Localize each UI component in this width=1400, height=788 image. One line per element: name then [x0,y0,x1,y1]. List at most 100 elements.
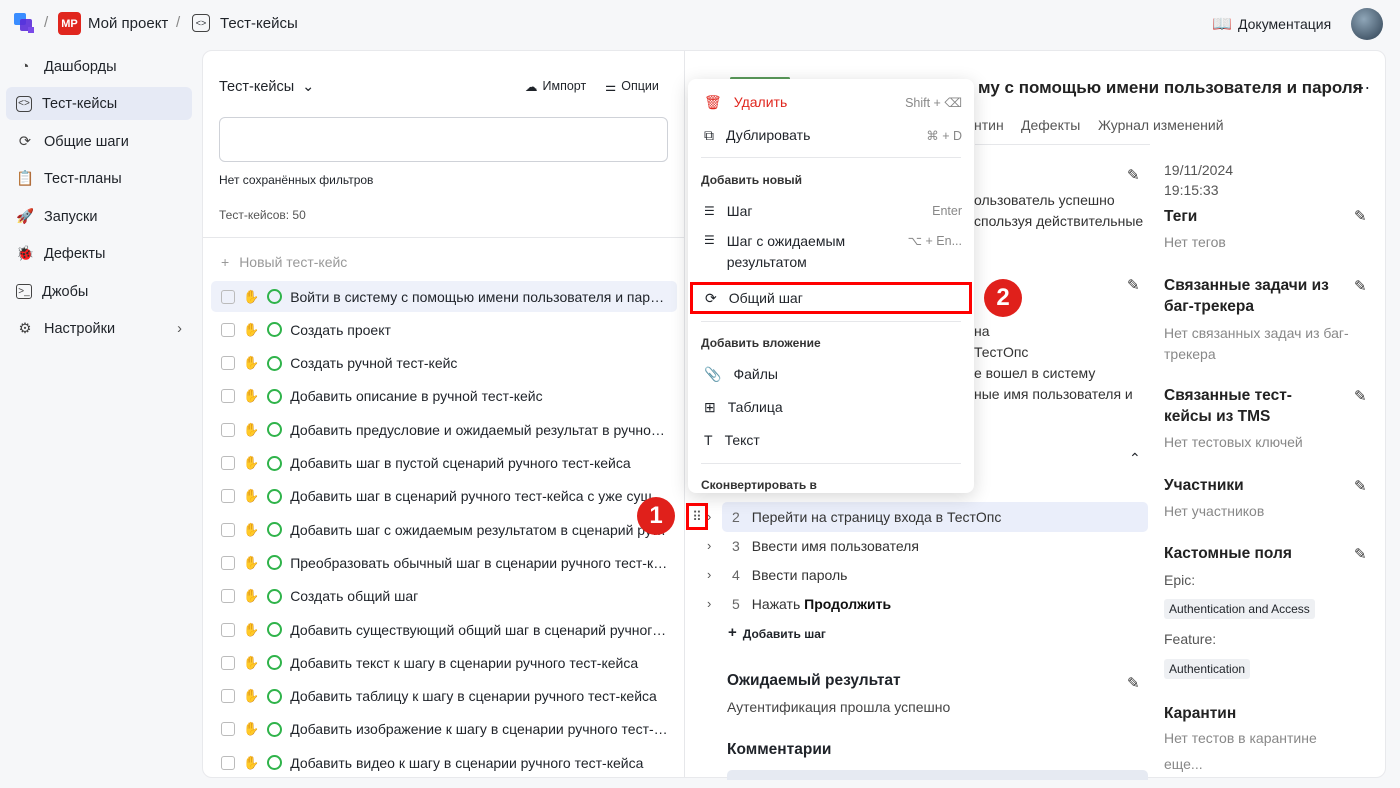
row-checkbox[interactable] [221,356,235,371]
test-case-name: Добавить шаг в пустой сценарий ручного т… [290,455,631,471]
import-label: Импорт [542,79,587,93]
drag-handle-icon[interactable]: ⠿ [686,503,708,530]
test-case-row[interactable]: ✋ Добавить описание в ручной тест-кейс [211,381,677,412]
expand-chevron-icon[interactable]: › [707,538,711,553]
list-icon: ☰ [704,204,715,218]
step-row[interactable]: 2 Перейти на страницу входа в ТестОпс [722,502,1148,532]
edit-pencil-icon[interactable]: ✎ [1127,674,1140,692]
menu-item-files[interactable]: 📎 Файлы [688,363,974,385]
test-case-row[interactable]: ✋ Добавить видео к шагу в сценарии ручног… [211,747,677,777]
edit-pencil-icon[interactable]: ✎ [1354,207,1367,225]
cloud-upload-icon: ☁ [525,80,538,94]
sidebar-item-jobs[interactable]: >_ Джобы [6,275,192,308]
expand-chevron-icon[interactable]: › [707,567,711,582]
import-button[interactable]: ☁ Импорт [525,79,586,94]
test-case-name: Добавить таблицу к шагу в сценарии ручно… [290,688,657,705]
edit-pencil-icon[interactable]: ✎ [1354,387,1367,405]
test-case-row[interactable]: ✋ Создать общий шаг [211,581,677,612]
row-checkbox[interactable] [221,522,235,537]
test-case-row[interactable]: ✋ Добавить шаг с ожидаемым результатом в … [211,514,677,545]
new-test-case-button[interactable]: + Новый тест-кейс [221,254,347,270]
row-checkbox[interactable] [221,389,235,404]
test-case-row[interactable]: ✋ Создать ручной тест-кейс [211,348,677,379]
edit-pencil-icon[interactable]: ✎ [1127,276,1140,294]
test-case-row[interactable]: ✋ Добавить таблицу к шагу в сценарии ручн… [211,681,677,712]
menu-item-delete[interactable]: 🗑 Удалить Shift + ⌫ [688,91,974,113]
step-row[interactable]: 4 Ввести пароль [722,560,1148,590]
test-case-row[interactable]: ✋ Добавить шаг в пустой сценарий ручного … [211,448,677,479]
tags-empty: Нет тегов [1164,234,1226,250]
sidebar-item-launches[interactable]: 🚀 Запуски [6,200,192,233]
menu-item-text[interactable]: T Текст [688,429,974,451]
status-circle-icon [267,588,283,604]
manual-hand-icon: ✋ [243,521,260,537]
filter-input[interactable] [219,117,668,162]
menu-item-shared-step[interactable]: ⟳ Общий шаг [690,282,972,314]
tags-heading: Теги [1164,208,1198,225]
row-checkbox[interactable] [221,655,235,670]
tab-defects[interactable]: Дефекты [1021,117,1080,133]
sidebar-item-test-cases[interactable]: <> Тест-кейсы [6,87,192,120]
row-checkbox[interactable] [221,555,235,570]
test-case-row[interactable]: ✋ Добавить существующий общий шаг в сцена… [211,614,677,645]
status-circle-icon [267,388,283,404]
edit-pencil-icon[interactable]: ✎ [1354,277,1367,295]
breadcrumb-section[interactable]: Тест-кейсы [220,15,298,32]
row-checkbox[interactable] [221,322,235,337]
shortcut: Shift + ⌫ [905,95,962,110]
manual-hand-icon: ✋ [243,455,260,470]
expand-chevron-icon[interactable]: › [707,509,711,524]
sidebar-item-label: Общие шаги [44,133,129,150]
step-row[interactable]: 5 Нажать Продолжить [722,589,1148,619]
test-case-row[interactable]: ✋ Добавить текст к шагу в сценарии ручног… [211,647,677,678]
sidebar-item-settings[interactable]: ⚙ Настройки › [6,312,192,345]
menu-label: Общий шаг [728,290,803,306]
user-avatar[interactable] [1351,8,1383,40]
edit-pencil-icon[interactable]: ✎ [1127,166,1140,184]
app-logo[interactable] [14,13,36,35]
list-title-dropdown[interactable]: Тест-кейсы ⌄ [219,79,314,95]
row-checkbox[interactable] [221,422,235,437]
more-link[interactable]: еще... [1164,756,1203,772]
sidebar-item-defects[interactable]: 🐞 Дефекты [6,237,192,270]
menu-item-duplicate[interactable]: ⧉ Дублировать ⌘ + D [688,124,974,146]
test-case-row[interactable]: ✋ Преобразовать обычный шаг в сценарии ру… [211,547,677,578]
expand-chevron-icon[interactable]: › [707,596,711,611]
row-checkbox[interactable] [221,456,235,470]
tab-history[interactable]: Журнал изменений [1098,117,1224,133]
tab-quarantine[interactable]: нтин [974,117,1004,133]
test-case-row[interactable]: ✋ Добавить изображение к шагу в сценарии … [211,714,677,745]
row-checkbox[interactable] [221,489,235,504]
menu-item-table[interactable]: ⊞ Таблица [688,396,974,418]
more-icon[interactable]: ⋯ [1354,78,1370,98]
row-checkbox[interactable] [221,689,235,704]
test-case-row[interactable]: ✋ Добавить предусловие и ожидаемый резуль… [211,414,677,445]
status-circle-icon [267,655,283,671]
row-checkbox[interactable] [221,622,235,637]
menu-item-step-expected[interactable]: ☰ Шаг с ожидаемым результатом ⌥ + En... [688,233,974,275]
row-checkbox[interactable] [221,755,235,770]
test-case-name: Добавить описание в ручной тест-кейс [290,388,543,405]
sidebar-item-shared-steps[interactable]: ⟳ Общие шаги [6,125,192,158]
chevron-up-icon[interactable]: ⌃ [1129,450,1141,467]
sidebar-item-dashboards[interactable]: ◔ Дашборды [6,50,192,83]
edit-pencil-icon[interactable]: ✎ [1354,545,1367,563]
clipboard-icon: 📋 [15,171,35,187]
options-button[interactable]: ⚌ Опции [605,79,659,94]
test-case-row[interactable]: ✋ Создать проект [211,314,677,345]
row-checkbox[interactable] [221,589,235,604]
test-case-row[interactable]: ✋ Добавить шаг в сценарий ручного тест-ке… [211,481,677,512]
row-checkbox[interactable] [221,289,235,304]
documentation-link[interactable]: Документация [1238,16,1331,32]
row-checkbox[interactable] [221,722,235,737]
sidebar-item-test-plans[interactable]: 📋 Тест-планы [6,162,192,195]
breadcrumb-project[interactable]: Мой проект [88,15,168,32]
menu-label: Удалить [733,94,788,110]
sidebar-item-label: Настройки [44,320,116,337]
add-step-button[interactable]: + Добавить шаг [728,624,826,641]
comment-input[interactable] [727,770,1148,780]
edit-pencil-icon[interactable]: ✎ [1354,477,1367,495]
menu-item-step[interactable]: ☰ Шаг Enter [688,200,974,222]
test-case-row[interactable]: ✋ Войти в систему с помощью имени пользов… [211,281,677,312]
step-row[interactable]: 3 Ввести имя пользователя [722,531,1148,561]
